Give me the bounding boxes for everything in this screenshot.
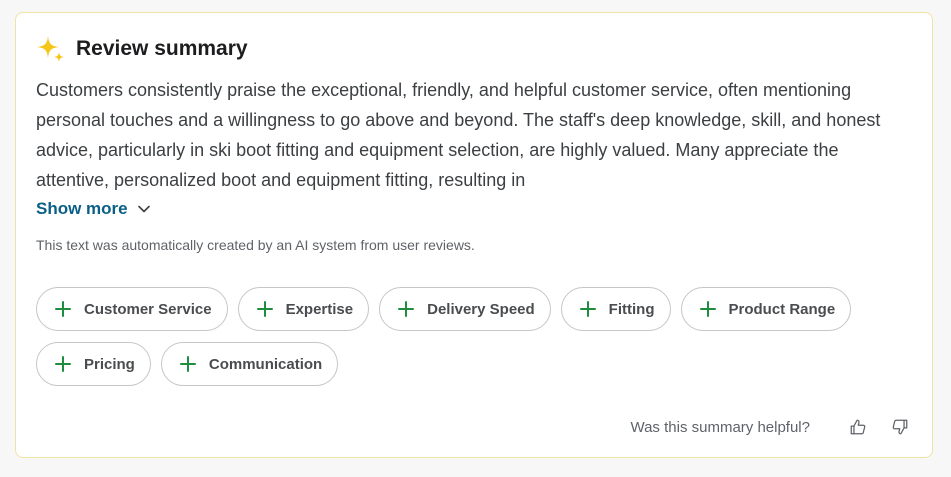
topic-chips: Customer Service Expertise Delivery Speed F… [36, 287, 916, 397]
plus-icon [55, 356, 71, 372]
plus-icon [256, 301, 273, 317]
topic-chip-pricing[interactable]: Pricing [36, 342, 151, 386]
plus-icon [55, 301, 71, 317]
topic-chip-label: Delivery Speed [427, 300, 535, 318]
topic-chip-communication[interactable]: Communication [160, 342, 339, 386]
topic-chip-label: Pricing [84, 355, 135, 373]
topic-chip-row: Pricing Communication [36, 342, 916, 386]
plus-icon [179, 356, 196, 372]
thumbs-down-button[interactable] [890, 417, 910, 437]
plus-icon [579, 301, 596, 317]
review-summary-header: Review summary [36, 33, 248, 65]
topic-chip-label: Expertise [285, 300, 354, 318]
chevron-down-icon [137, 205, 150, 213]
topic-chip-label: Customer Service [84, 300, 212, 318]
topic-chip-product-range[interactable]: Product Range [680, 287, 852, 331]
review-summary-title: Review summary [76, 37, 248, 60]
feedback-bar: Was this summary helpful? [630, 417, 910, 437]
review-summary-card: Review summary Customers consistently pr… [15, 12, 933, 458]
topic-chip-label: Product Range [728, 300, 836, 318]
sparkle-icon [37, 36, 64, 62]
ai-disclaimer: This text was automatically created by a… [36, 237, 475, 253]
topic-chip-label: Communication [208, 355, 323, 373]
topic-chip-fitting[interactable]: Fitting [560, 287, 671, 331]
plus-icon [699, 301, 716, 317]
topic-chip-customer-service[interactable]: Customer Service [36, 287, 228, 331]
summary-text: Customers consistently praise the except… [36, 80, 881, 190]
thumbs-down-icon [892, 419, 908, 435]
plus-icon [398, 301, 415, 317]
thumbs-up-icon [850, 419, 866, 435]
feedback-question: Was this summary helpful? [630, 418, 810, 436]
show-more-link[interactable]: Show more [36, 199, 152, 219]
topic-chip-row: Customer Service Expertise Delivery Speed F… [36, 287, 916, 331]
show-more-label: Show more [36, 199, 128, 218]
topic-chip-expertise[interactable]: Expertise [237, 287, 370, 331]
topic-chip-delivery-speed[interactable]: Delivery Speed [379, 287, 551, 331]
topic-chip-label: Fitting [608, 300, 655, 318]
thumbs-up-button[interactable] [848, 417, 868, 437]
